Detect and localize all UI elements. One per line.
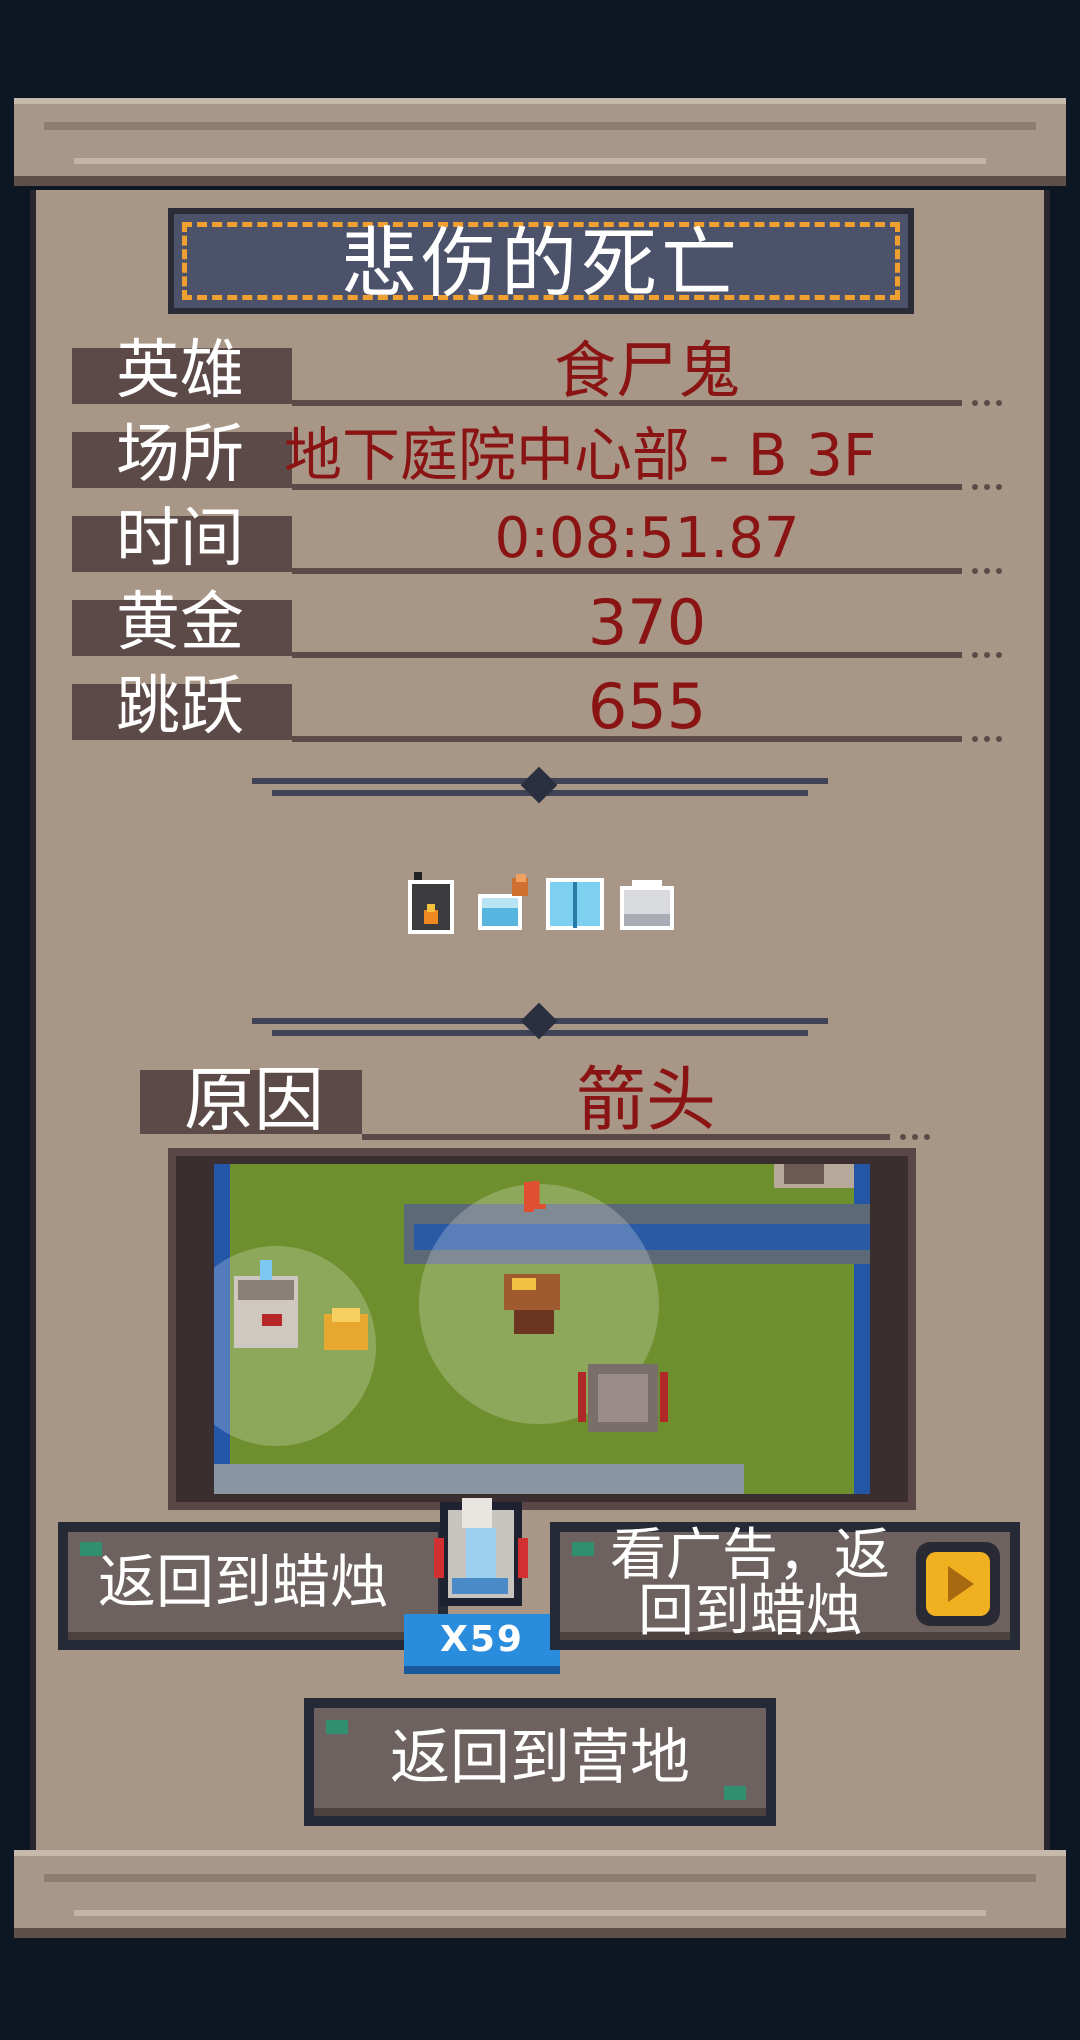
damage-number: 1 — [522, 1174, 549, 1218]
stat-label-location: 场所 — [116, 418, 244, 492]
cause-value: 箭头 — [576, 1059, 716, 1141]
book-icon[interactable] — [544, 870, 606, 936]
potion-icon[interactable] — [472, 870, 534, 936]
stat-value-location: 地下庭院中心部 - B 3F — [284, 421, 877, 489]
stat-value-time: 0:08:51.87 — [494, 506, 800, 571]
return-to-candle-label: 返回到蜡烛 — [97, 1548, 388, 1616]
stat-value-gold: 370 — [587, 586, 707, 659]
cause-row: 原因 箭头 — [140, 1060, 930, 1140]
collected-items — [396, 866, 686, 946]
stat-row-jumps: 跳跃 655 — [72, 672, 1002, 742]
watch-ad-label-line1: 看广告，返 — [610, 1523, 890, 1588]
stat-row-location: 场所 地下庭院中心部 - B 3F — [72, 420, 1002, 490]
candle-icon — [422, 1488, 540, 1614]
return-to-candle-button[interactable]: 返回到蜡烛 — [58, 1522, 448, 1650]
return-to-camp-label: 返回到营地 — [390, 1723, 690, 1793]
return-to-camp-button[interactable]: 返回到营地 — [304, 1698, 776, 1826]
watch-ad-return-candle-button[interactable]: 看广告，返 回到蜡烛 — [550, 1522, 1020, 1650]
divider-bottom — [252, 1002, 828, 1040]
stat-label-time: 时间 — [116, 502, 244, 576]
stat-label-gold: 黄金 — [116, 586, 244, 660]
candle-count-badge: X59 — [404, 1614, 560, 1674]
title-banner: 悲伤的死亡 — [168, 208, 914, 314]
stone-icon[interactable] — [616, 870, 678, 936]
lantern-icon[interactable] — [400, 870, 462, 936]
scroll-bottom-roll — [14, 1850, 1066, 1938]
stat-label-hero: 英雄 — [116, 334, 244, 408]
page-title: 悲伤的死亡 — [341, 219, 741, 308]
divider-top — [252, 766, 828, 804]
stat-label-jumps: 跳跃 — [116, 670, 244, 744]
video-ad-icon — [916, 1542, 1000, 1626]
death-scene-frame: 1 — [168, 1148, 916, 1510]
stat-row-gold: 黄金 370 — [72, 588, 1002, 658]
candle-count: X59 — [440, 1619, 524, 1660]
scroll-top-roll — [14, 98, 1066, 186]
stat-value-jumps: 655 — [587, 670, 707, 743]
watch-ad-label-line2: 回到蜡烛 — [638, 1579, 862, 1644]
stat-row-time: 时间 0:08:51.87 — [72, 504, 1002, 574]
cause-label: 原因 — [184, 1059, 324, 1141]
stat-value-hero: 食尸鬼 — [553, 334, 740, 407]
death-scene: 1 — [214, 1164, 870, 1494]
stat-row-hero: 英雄 食尸鬼 — [72, 336, 1002, 406]
